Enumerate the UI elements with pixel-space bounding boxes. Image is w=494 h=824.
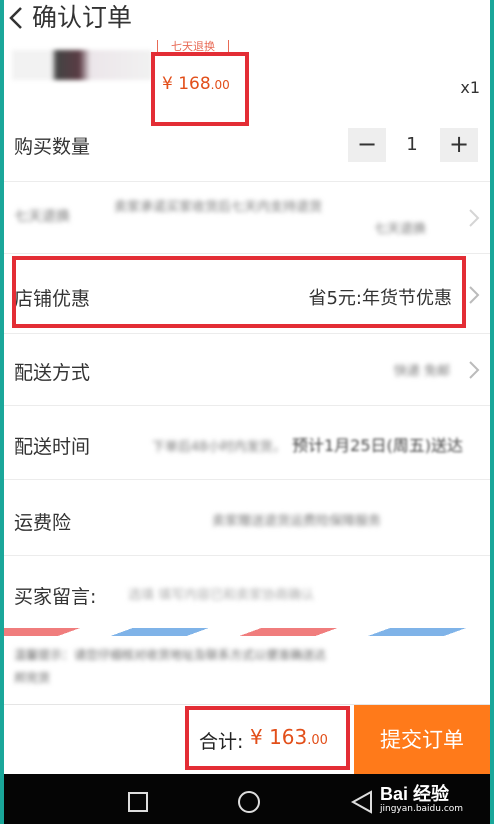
product-price: ¥ 168.00: [162, 74, 230, 94]
quantity-minus-button[interactable]: −: [348, 128, 386, 162]
top-bar: 确认订单: [4, 0, 490, 40]
shop-discount-value: 省5元:年货节优惠: [308, 288, 452, 309]
total-price: ¥ 163.00: [250, 725, 328, 749]
buyer-message-label: 买家留言:: [14, 586, 97, 608]
envelope-divider: [4, 628, 490, 636]
nav-back-icon[interactable]: [350, 790, 374, 814]
watermark-main: Bai 经验: [380, 784, 450, 804]
quantity-row: 购买数量 − 1 +: [4, 110, 490, 182]
shop-discount-label: 店铺优惠: [14, 288, 91, 310]
delivery-time-value: 预计1月25日(周五)送达: [292, 436, 464, 455]
blurred-service-row[interactable]: 七天退换 卖家承诺买家收货后七天内支持退货 七天退换: [4, 182, 490, 254]
chevron-right-icon: [469, 361, 480, 379]
service-desc-line2: 七天退换: [374, 222, 427, 237]
freight-insurance-label: 运费险: [14, 512, 72, 534]
phone-screen: 确认订单 七天退换 ¥ 168.00 x1 购买数量 − 1 + 七天退换 卖家…: [4, 0, 490, 824]
notice-line1: 温馨提示：请您仔细核对收货地址及联系方式以便准确送达: [14, 648, 327, 662]
delivery-time-blurred: 下单后48小时内发货，: [152, 440, 286, 455]
delivery-time-label: 配送时间: [14, 436, 91, 458]
chevron-right-icon: [469, 286, 480, 304]
delivery-method-row[interactable]: 配送方式 快递 免邮: [4, 334, 490, 406]
delivery-method-label: 配送方式: [14, 362, 91, 384]
home-icon[interactable]: [238, 791, 260, 813]
page-title: 确认订单: [32, 3, 133, 32]
baidu-watermark: Bai 经验 jingyan.baidu.com: [380, 780, 463, 814]
delivery-time-row[interactable]: 配送时间 下单后48小时内发货， 预计1月25日(周五)送达: [4, 406, 490, 480]
submit-order-button[interactable]: 提交订单: [354, 705, 490, 775]
system-nav-bar: Bai 经验 jingyan.baidu.com: [4, 774, 490, 824]
product-quantity: x1: [460, 78, 480, 97]
delivery-method-value: 快递 免邮: [393, 364, 450, 379]
service-desc-line1: 卖家承诺买家收货后七天内支持退货: [114, 200, 323, 215]
buyer-message-input[interactable]: 选填 填写内容已和卖家协商确认: [128, 584, 314, 603]
notice-block: 温馨提示：请您仔细核对收货地址及联系方式以便准确送达 邦完货: [14, 646, 484, 686]
quantity-value[interactable]: 1: [394, 134, 430, 155]
return-badge: 七天退换: [157, 40, 229, 56]
buyer-message-row: 买家留言: 选填 填写内容已和卖家协商确认: [4, 556, 490, 628]
service-label: 七天退换: [14, 209, 70, 225]
back-arrow-icon[interactable]: [6, 4, 28, 32]
chevron-right-icon: [469, 209, 480, 227]
product-image[interactable]: [12, 50, 152, 80]
notice-line2: 邦完货: [14, 671, 51, 685]
checkout-bar: 合计: ¥ 163.00 提交订单: [4, 704, 490, 775]
total-label: 合计:: [199, 731, 244, 753]
recent-apps-icon[interactable]: [128, 792, 148, 812]
quantity-label: 购买数量: [14, 136, 91, 158]
shop-discount-row[interactable]: 店铺优惠 省5元:年货节优惠: [4, 254, 490, 334]
freight-insurance-value: 卖家赠送退货运费险保障服务: [212, 514, 382, 529]
watermark-url: jingyan.baidu.com: [380, 804, 464, 814]
quantity-plus-button[interactable]: +: [440, 128, 478, 162]
freight-insurance-row[interactable]: 运费险 卖家赠送退货运费险保障服务: [4, 480, 490, 556]
